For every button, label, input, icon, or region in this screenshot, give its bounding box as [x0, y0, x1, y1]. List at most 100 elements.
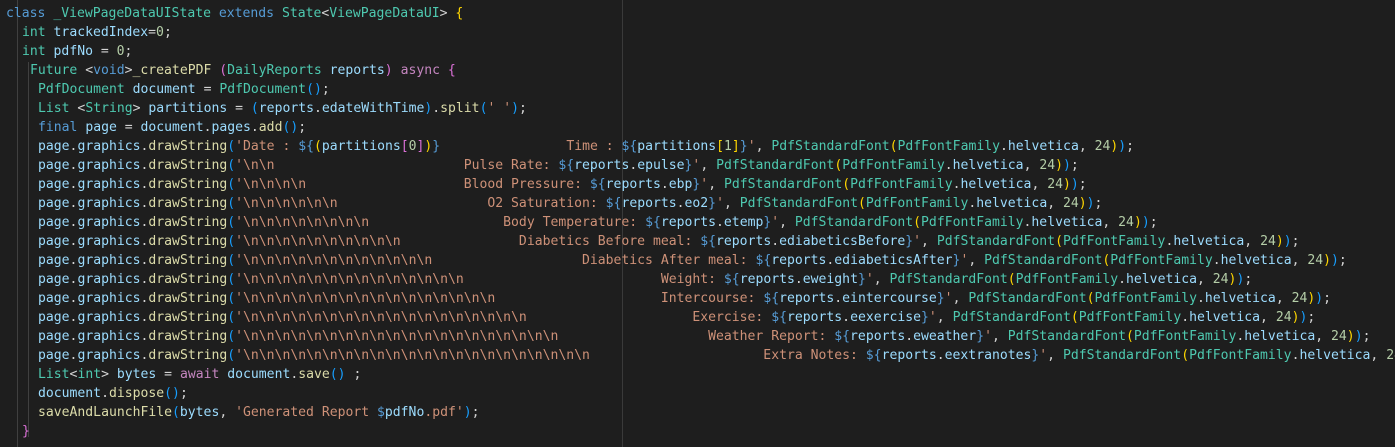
code-token: . — [69, 291, 78, 306]
code-token: 0 — [116, 44, 125, 59]
code-token: int — [22, 25, 54, 40]
code-line[interactable]: saveAndLaunchFile(bytes, 'Generated Repo… — [38, 403, 480, 422]
code-line[interactable]: page. graphics. drawString('\n\n\n\n\n\n\n… — [38, 213, 1158, 232]
code-token: 24 — [1118, 215, 1134, 230]
code-token: . — [140, 272, 149, 287]
code-token: graphics — [77, 310, 141, 325]
code-token: PdfFontFamily — [1062, 234, 1166, 249]
code-token: 0 — [156, 25, 164, 40]
code-token: 24 — [1039, 158, 1056, 173]
indent-guide — [17, 0, 18, 447]
code-token: reports — [786, 310, 843, 325]
code-token: PdfStandardFont — [794, 215, 914, 230]
code-line[interactable]: class _ViewPageDataUIState extends State… — [6, 4, 463, 23]
code-line[interactable]: page. graphics. drawString('\n\n\n\n\n\n\n… — [38, 251, 1347, 270]
code-token: ( — [219, 63, 228, 78]
code-token: ) — [1063, 158, 1071, 173]
code-line[interactable]: page. graphics. drawString('\n\n Pulse Rat… — [38, 156, 1079, 175]
code-token: graphics — [77, 348, 141, 363]
indent-guide — [28, 62, 29, 437]
code-token: 'Generated Report — [235, 405, 378, 420]
code-token: ) — [1236, 272, 1245, 287]
code-line[interactable]: page. graphics. drawString('\n\n\n\n\n\n\n… — [38, 346, 1395, 365]
code-token: ${ — [723, 272, 740, 287]
code-token: ) — [1086, 196, 1095, 211]
code-token: split — [440, 101, 480, 116]
code-line[interactable]: page. graphics. drawString('\n\n\n\n\n\n\n… — [38, 308, 1315, 327]
code-token: ${ — [763, 291, 780, 306]
code-line[interactable]: int trackedIndex = 0; — [22, 23, 172, 42]
code-token: page — [38, 139, 70, 154]
code-token: PdfDocument — [219, 82, 307, 97]
code-line[interactable]: List < String > partitions = (reports. edat… — [38, 99, 527, 118]
code-token: _createPDF — [132, 63, 220, 78]
code-token: ${ — [865, 348, 882, 363]
code-token: '\n\n\n\n\n\n\n\n\n\n\n\n\n\n Weight: — [235, 272, 724, 287]
code-token: page — [38, 253, 70, 268]
code-token: _ViewPageDataUIState — [53, 6, 219, 21]
code-token: . — [676, 196, 685, 211]
code-line[interactable]: Future < void > _createPDF (DailyReports re… — [30, 61, 456, 80]
code-line[interactable]: document. dispose(); — [38, 384, 188, 403]
code-token: , — [968, 253, 985, 268]
code-token: > — [101, 367, 117, 382]
code-token: . — [842, 310, 851, 325]
code-token: ' — [913, 234, 922, 249]
code-token: 24 — [1386, 348, 1395, 363]
code-token: . — [69, 196, 78, 211]
code-token: '\n\n\n\n\n\n\n\n\n\n\n\n\n\n\n\n\n\n Ex… — [235, 310, 772, 325]
code-token: , — [1047, 196, 1063, 211]
code-token: PdfFontFamily — [842, 158, 945, 173]
code-line[interactable]: page. graphics. drawString('Date : ${(part… — [38, 137, 1134, 156]
code-token: . — [1165, 234, 1174, 249]
code-token: void — [93, 63, 125, 78]
code-line[interactable]: page. graphics. drawString('\n\n\n\n\n\n\n… — [38, 289, 1331, 308]
code-line[interactable]: int pdfNo = 0; — [22, 42, 132, 61]
code-token: ' — [944, 291, 953, 306]
code-token: . — [660, 177, 669, 192]
code-token: graphics — [77, 329, 141, 344]
code-token: } — [763, 215, 772, 230]
code-line[interactable]: page. graphics. drawString('\n\n\n\n\n\n\n… — [38, 327, 1370, 346]
code-token: () — [164, 386, 180, 401]
code-line[interactable]: page. graphics. drawString('\n\n\n\n\n\n O… — [38, 194, 1102, 213]
code-line[interactable]: List < int > bytes = await document. save() … — [38, 365, 361, 384]
code-token: ' — [692, 158, 701, 173]
code-line[interactable]: page. graphics. drawString('\n\n\n\n\n\n\n… — [38, 270, 1252, 289]
code-token: ; — [1078, 177, 1087, 192]
code-token: , — [1196, 272, 1213, 287]
code-line[interactable]: PdfDocument document = PdfDocument(); — [38, 80, 330, 99]
code-line[interactable]: final page = document. pages. add(); — [38, 118, 306, 137]
code-token: < — [77, 101, 86, 116]
code-token: page — [38, 177, 70, 192]
code-token: ' — [865, 272, 874, 287]
code-token: ( — [227, 158, 236, 173]
code-token: = — [227, 101, 251, 116]
code-token: '\n\n\n\n\n\n\n\n\n\n\n\n\n\n\n\n\n\n\n\… — [235, 348, 866, 363]
code-token: PdfStandardFont — [936, 234, 1056, 249]
code-token: '\n\n\n\n\n\n\n\n Body Temperature: — [235, 215, 646, 230]
code-token: = — [148, 25, 157, 40]
code-token: . — [140, 329, 149, 344]
code-line[interactable]: page. graphics. drawString('\n\n\n\n\n\n\n… — [38, 232, 1300, 251]
code-token: List — [38, 101, 78, 116]
code-token: pdfNo — [53, 44, 93, 59]
code-token: document — [227, 367, 291, 382]
code-token: ${ — [771, 310, 787, 325]
code-token: ) — [1118, 139, 1127, 154]
code-token: 24 — [1212, 272, 1229, 287]
code-editor[interactable]: class _ViewPageDataUIState extends State… — [0, 0, 1395, 447]
code-token: . — [69, 158, 78, 173]
code-token: PdfDocument — [38, 82, 133, 97]
code-token: PdfStandardFont — [716, 158, 835, 173]
code-token: = — [156, 367, 180, 382]
code-line[interactable]: } — [22, 422, 30, 441]
code-token: ${ — [298, 139, 314, 154]
code-token: ] — [731, 139, 740, 154]
code-token: . — [905, 329, 914, 344]
code-token: ) — [1055, 158, 1064, 173]
code-token: page — [38, 215, 70, 230]
code-token: async — [400, 63, 448, 78]
code-token: . — [834, 291, 843, 306]
code-line[interactable]: page. graphics. drawString('\n\n\n\n Blood… — [38, 175, 1087, 194]
